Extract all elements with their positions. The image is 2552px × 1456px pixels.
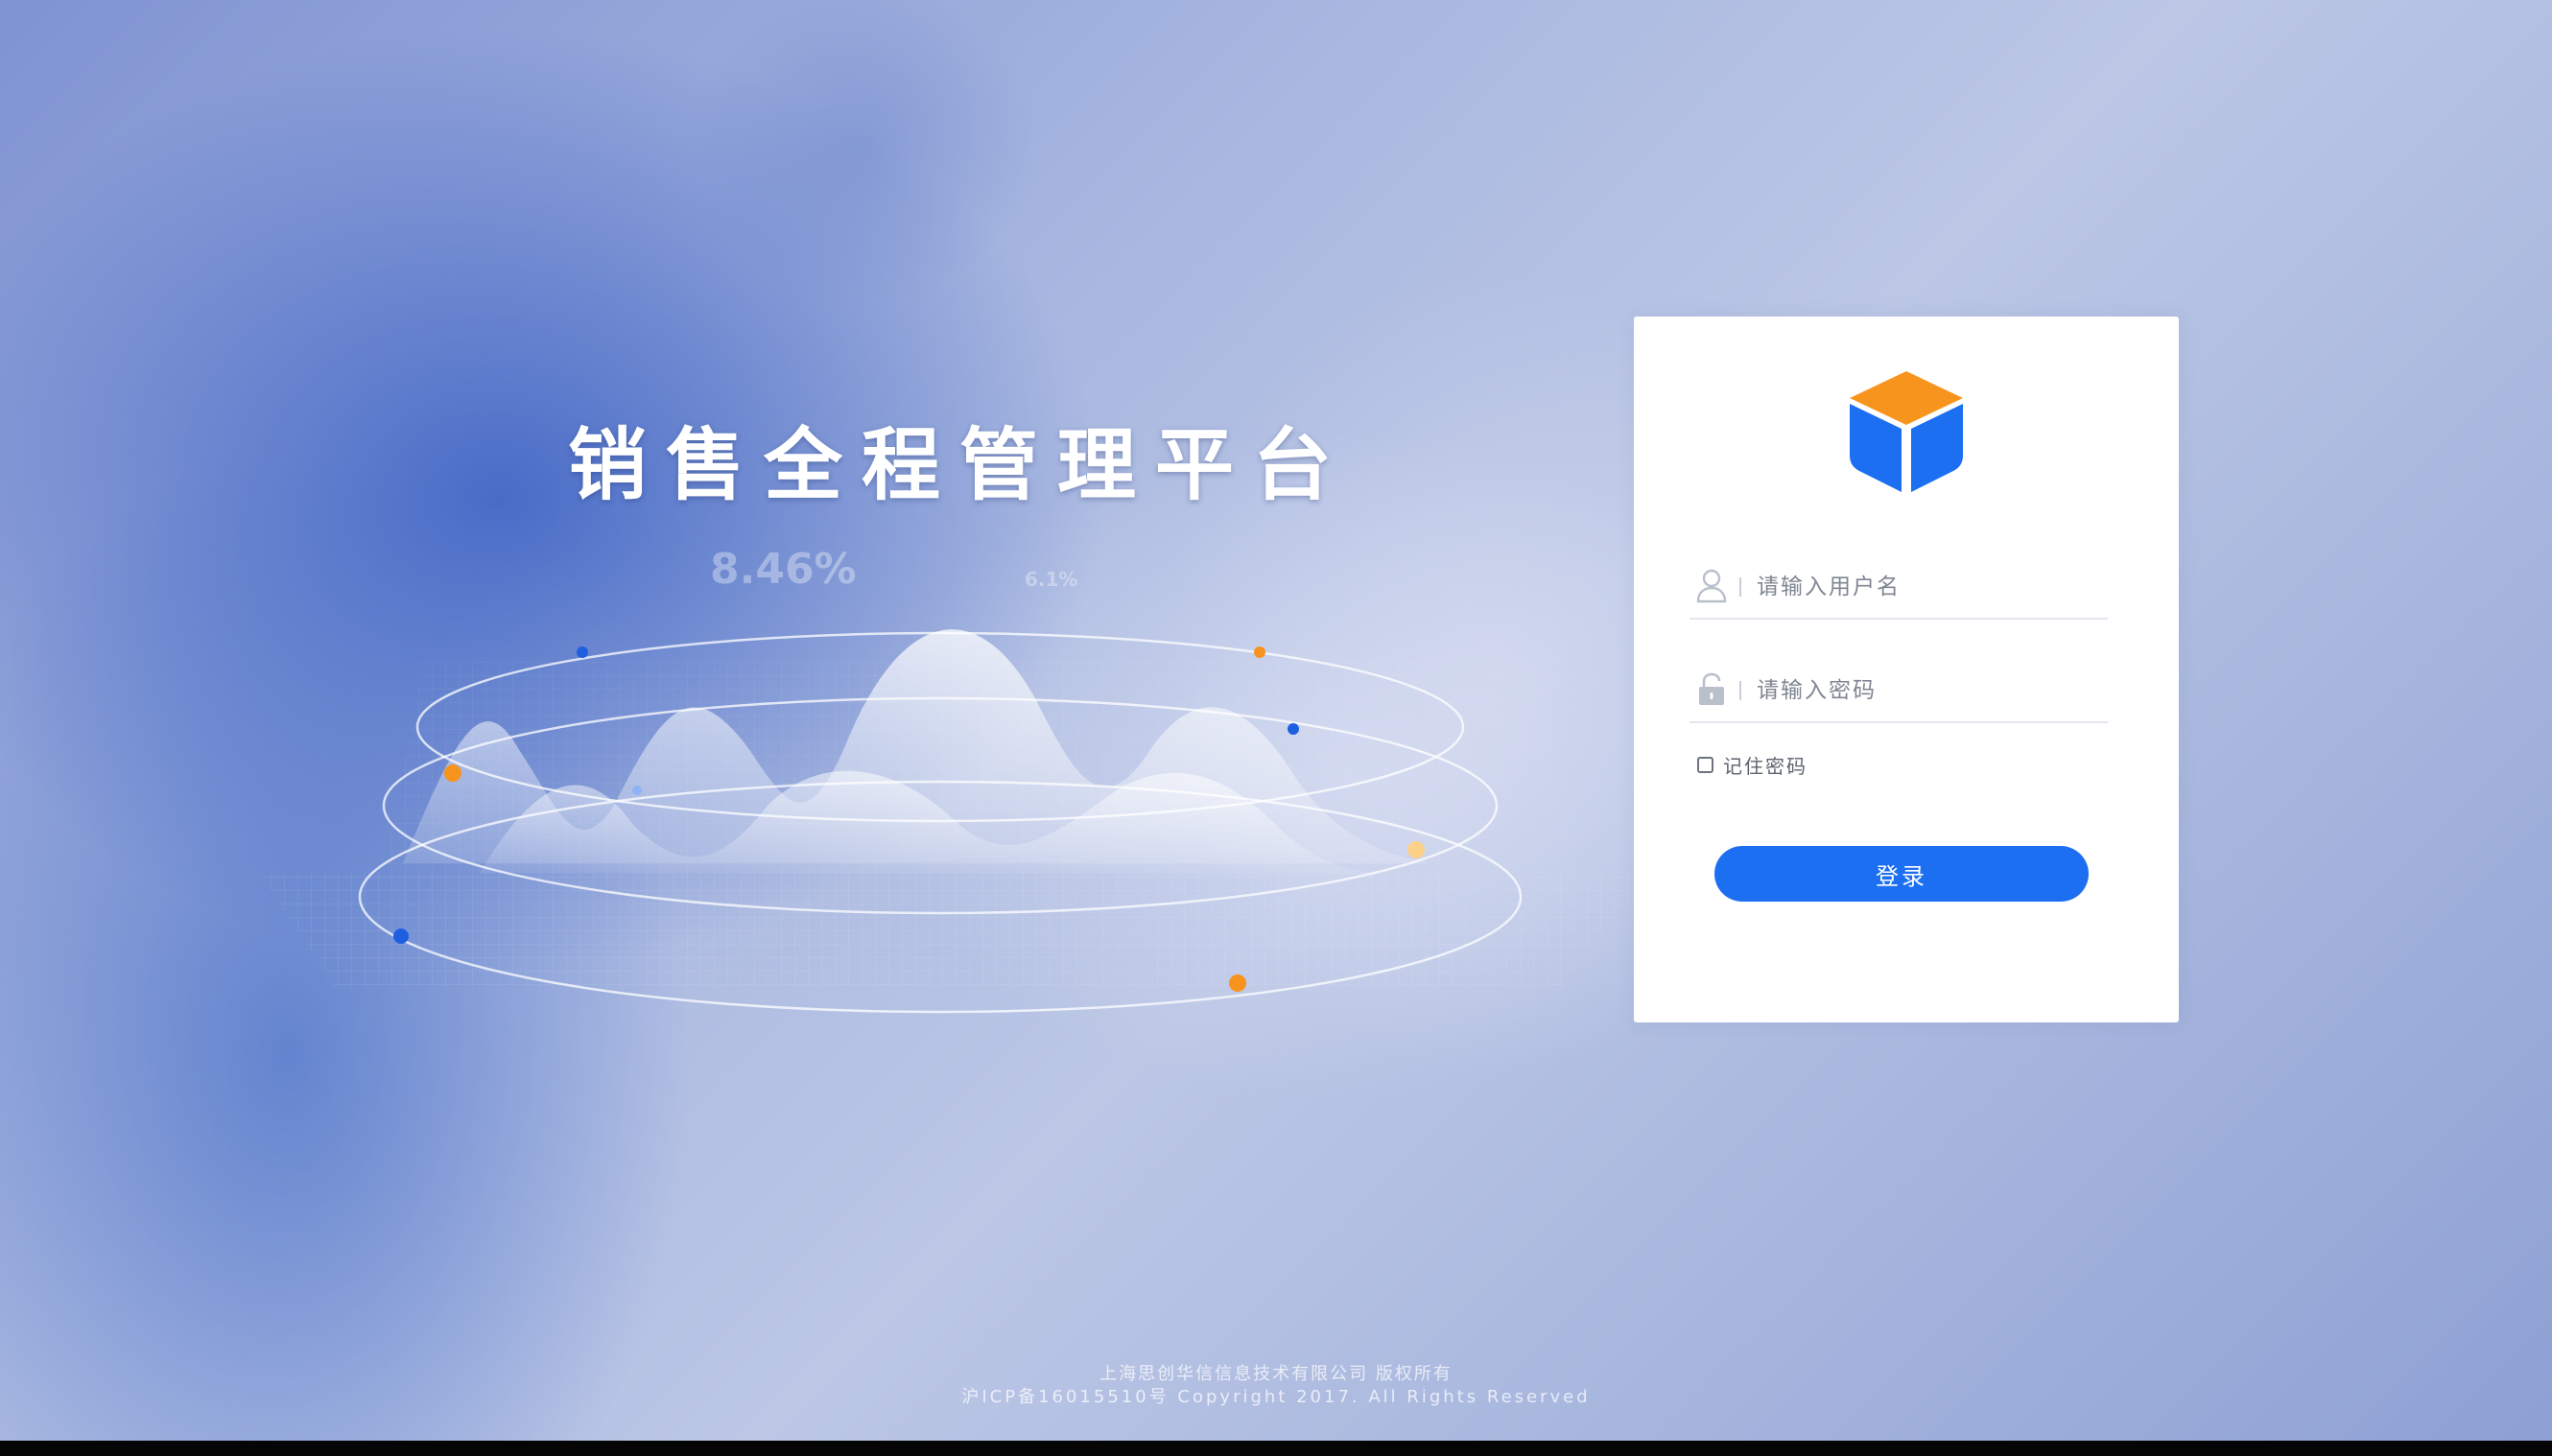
remember-password-option[interactable]: 记住密码	[1697, 750, 1808, 779]
login-card: 记住密码 登录	[1634, 317, 2179, 1022]
login-screen-background: 8.46% 6.1% 销售全程管理平台 请输入用户名 记住密码 登录 上海思创华…	[0, 0, 2552, 1441]
password-input[interactable]	[1755, 669, 2104, 712]
cube-logo-icon	[1850, 371, 1963, 492]
login-button[interactable]: 登录	[1714, 846, 2089, 902]
footer-copyright: 沪ICP备16015510号 Copyright 2017. All Right…	[961, 1387, 1591, 1407]
lock-icon	[1699, 672, 1724, 705]
bottom-edge-bar	[0, 1441, 2552, 1456]
remember-password-label: 记住密码	[1723, 754, 1808, 778]
user-icon	[1696, 569, 1727, 603]
remember-password-checkbox[interactable]	[1697, 756, 1713, 773]
username-field	[1690, 556, 2108, 620]
password-separator	[1739, 681, 1741, 700]
hero-data-graphic	[259, 629, 1650, 1014]
footer-company: 上海思创华信信息技术有限公司 版权所有	[1099, 1364, 1453, 1384]
hero-title: 销售全程管理平台	[568, 420, 1352, 511]
password-field	[1690, 660, 2108, 723]
username-input[interactable]	[1755, 566, 2104, 608]
username-separator	[1739, 577, 1741, 597]
